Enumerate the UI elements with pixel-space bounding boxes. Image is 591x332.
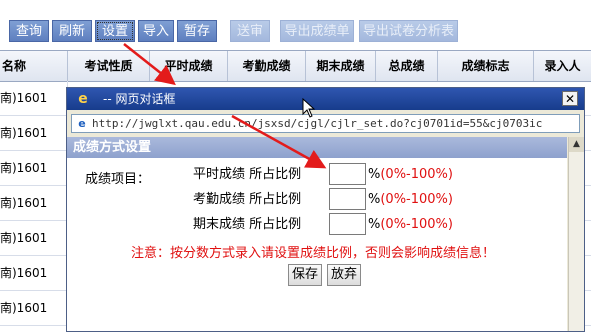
arrow-to-input	[231, 114, 327, 169]
arrow-to-dialog	[123, 43, 176, 86]
annotation-arrows	[123, 43, 327, 169]
mouse-cursor-icon	[302, 98, 316, 118]
